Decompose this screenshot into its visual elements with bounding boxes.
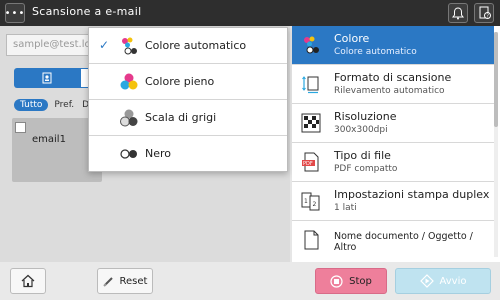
- start-label: Avvio: [439, 275, 467, 287]
- svg-text:PDF: PDF: [303, 161, 313, 167]
- bottom-bar: Reset Stop Avvio: [0, 262, 500, 300]
- filter-all[interactable]: Tutto: [14, 99, 49, 111]
- setting-value: PDF compatto: [334, 164, 398, 174]
- setting-title: Risoluzione: [334, 110, 397, 123]
- setting-resolution[interactable]: Risoluzione 300x300dpi: [292, 104, 494, 143]
- page-title: Scansione a e-mail: [32, 5, 142, 18]
- home-button[interactable]: [10, 268, 46, 294]
- setting-title: Formato di scansione: [334, 71, 452, 84]
- start-icon: [419, 274, 434, 288]
- dropdown-item-full-color[interactable]: Colore pieno: [89, 64, 287, 100]
- scrollbar-thumb[interactable]: [494, 32, 498, 127]
- document-icon: [304, 230, 319, 250]
- reset-button[interactable]: Reset: [97, 268, 153, 294]
- setting-duplex[interactable]: 1 2 Impostazioni stampa duplex 1 lati: [292, 182, 494, 221]
- color-icon: [304, 36, 319, 54]
- setting-document-name[interactable]: Nome documento / Oggetto / Altro: [292, 221, 494, 260]
- auto-color-icon: [122, 37, 137, 55]
- stop-button[interactable]: Stop: [315, 268, 387, 294]
- file-type-icon: PDF: [302, 152, 319, 172]
- address-name: email1: [32, 134, 66, 145]
- setting-title: Nome documento / Oggetto / Altro: [334, 231, 473, 253]
- resolution-icon: [301, 113, 321, 133]
- black-icon: [120, 149, 137, 159]
- reset-icon: [102, 276, 113, 287]
- filter-row: Tutto Pref. D: [14, 97, 97, 113]
- address-book-tab[interactable]: [14, 68, 80, 88]
- color-dropdown: ✓ Colore automatico Colore pieno Scala d…: [88, 27, 288, 172]
- filter-favorites[interactable]: Pref.: [54, 100, 74, 110]
- check-icon: ✓: [99, 38, 110, 52]
- setting-title: Colore: [334, 32, 370, 45]
- menu-button[interactable]: •••: [5, 3, 25, 23]
- dropdown-item-grayscale[interactable]: Scala di grigi: [89, 100, 287, 136]
- setting-scan-size[interactable]: Formato di scansione Rilevamento automat…: [292, 65, 494, 104]
- setting-color[interactable]: Colore Colore automatico: [292, 26, 494, 65]
- dropdown-item-auto-color[interactable]: ✓ Colore automatico: [89, 28, 287, 64]
- reset-label: Reset: [119, 275, 148, 287]
- stop-icon: [330, 274, 343, 288]
- address-checkbox[interactable]: [15, 122, 26, 133]
- setting-value: 300x300dpi: [334, 125, 388, 135]
- svg-text:2: 2: [313, 201, 317, 208]
- svg-text:?: ?: [486, 13, 489, 19]
- scan-size-icon: [302, 76, 319, 94]
- settings-panel: Colore Colore automatico Formato di scan…: [292, 26, 500, 262]
- setting-title: Impostazioni stampa duplex: [334, 188, 490, 201]
- address-book-icon: [42, 72, 52, 84]
- setting-file-type[interactable]: PDF Tipo di file PDF compatto: [292, 143, 494, 182]
- dropdown-item-label: Nero: [145, 147, 172, 160]
- bell-icon[interactable]: [448, 3, 468, 23]
- setting-title: Tipo di file: [334, 149, 391, 162]
- grayscale-icon: [120, 109, 138, 127]
- dropdown-item-label: Colore automatico: [145, 39, 247, 52]
- help-icon[interactable]: ?: [474, 3, 494, 23]
- duplex-icon: 1 2: [301, 192, 320, 211]
- dropdown-item-black[interactable]: Nero: [89, 136, 287, 172]
- dropdown-item-label: Scala di grigi: [145, 111, 217, 124]
- stop-label: Stop: [349, 275, 372, 287]
- setting-value: Rilevamento automatico: [334, 86, 445, 96]
- title-bar: ••• Scansione a e-mail ?: [0, 0, 500, 26]
- setting-value: 1 lati: [334, 203, 357, 213]
- full-color-icon: [120, 73, 138, 90]
- setting-value: Colore automatico: [334, 47, 417, 57]
- start-button[interactable]: Avvio: [395, 268, 491, 294]
- dropdown-item-label: Colore pieno: [145, 75, 215, 88]
- home-icon: [21, 274, 35, 288]
- svg-text:1: 1: [304, 198, 308, 205]
